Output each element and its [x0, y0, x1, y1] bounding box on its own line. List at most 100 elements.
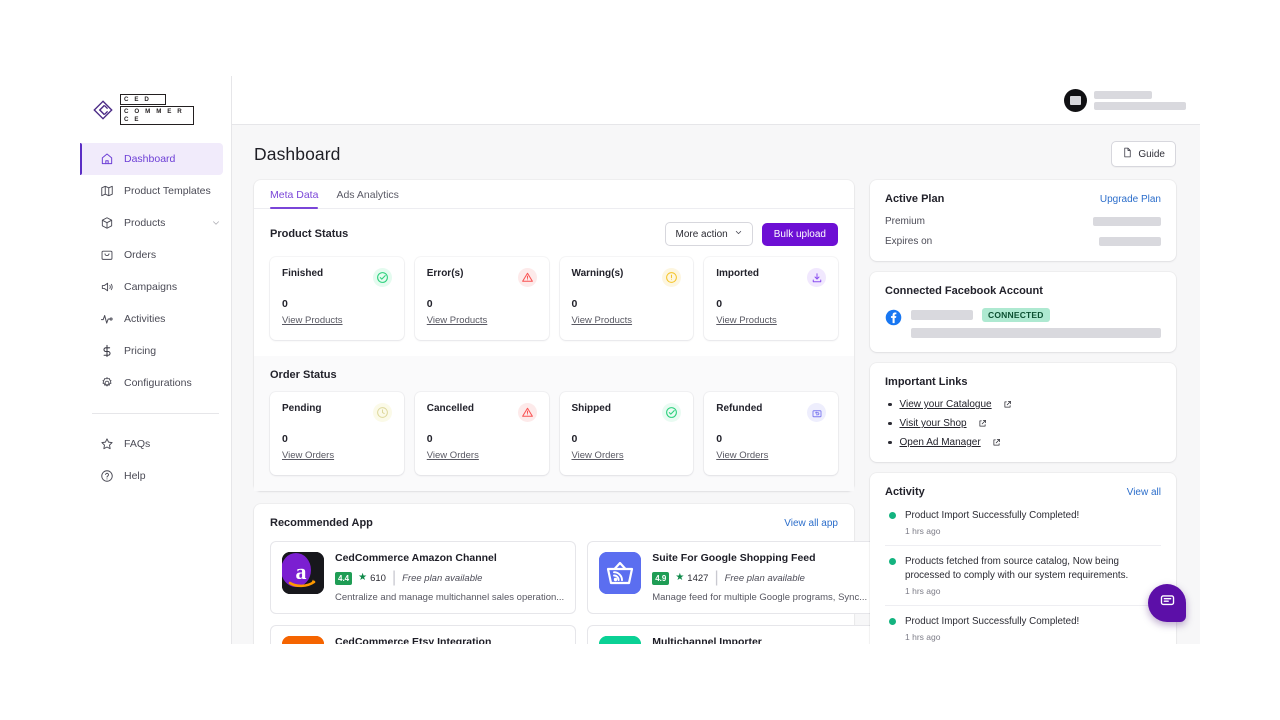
meta-data-panel: Meta Data Ads Analytics Product Status M…: [254, 180, 854, 491]
app-name: Suite For Google Shopping Feed: [652, 552, 816, 564]
sidebar-item-products[interactable]: Products: [80, 207, 231, 239]
activity-header: Activity View all: [885, 486, 1161, 498]
stat-link-view-products[interactable]: View Products: [282, 315, 343, 326]
active-plan-card: Active Plan Upgrade Plan Premium Expires…: [870, 180, 1176, 261]
app-description: Centralize and manage multichannel sales…: [335, 592, 565, 603]
app-card-google-shopping[interactable]: Suite For Google Shopping Feed 4.9 ★ 142…: [587, 541, 880, 614]
sidebar-item-help[interactable]: Help: [80, 460, 231, 492]
facebook-account-info: CONNECTED: [911, 308, 1161, 338]
app-description: Manage feed for multiple Google programs…: [652, 592, 868, 603]
product-status-grid: Finished 0 View Products Error(s) 0 View…: [270, 257, 838, 340]
stat-card-pending[interactable]: Pending 0 View Orders: [270, 392, 404, 475]
document-icon: [1122, 147, 1133, 161]
app-plan: Free plan available: [402, 572, 483, 584]
important-links-header: Important Links: [885, 376, 1161, 388]
sidebar-item-product-templates[interactable]: Product Templates: [80, 175, 231, 207]
redacted-name: [1094, 90, 1152, 99]
stat-value: 0: [426, 433, 433, 445]
user-menu[interactable]: [1064, 88, 1186, 112]
guide-button-label: Guide: [1138, 148, 1165, 160]
view-all-app-link[interactable]: View all app: [784, 518, 838, 529]
top-bar: [232, 76, 1200, 125]
dashboard-columns: Meta Data Ads Analytics Product Status M…: [232, 180, 1200, 644]
app-card-amazon[interactable]: a CedCommerce Amazon Channel 4.4 ★ 610 |…: [270, 541, 577, 614]
stat-card-refunded[interactable]: Refunded 0 View Orders: [704, 392, 838, 475]
app-card-multichannel-importer[interactable]: Multichannel Importer: [587, 625, 880, 644]
link-visit-shop[interactable]: Visit your Shop: [900, 418, 967, 429]
stat-link-view-products[interactable]: View Products: [427, 315, 488, 326]
tab-meta-data[interactable]: Meta Data: [270, 189, 319, 209]
stat-link-view-orders[interactable]: View Orders: [572, 450, 624, 461]
facebook-header: Connected Facebook Account: [885, 285, 1161, 297]
tab-ads-analytics[interactable]: Ads Analytics: [336, 189, 398, 208]
home-icon: [100, 152, 114, 166]
activity-body: Product Import Successfully Completed! 1…: [905, 509, 1079, 536]
stat-link-view-products[interactable]: View Products: [716, 315, 777, 326]
activity-text: Product Import Successfully Completed!: [905, 510, 1080, 521]
sidebar-item-orders[interactable]: Orders: [80, 239, 231, 271]
sidebar-item-faqs[interactable]: FAQs: [80, 428, 231, 460]
amazon-icon: a: [282, 552, 324, 594]
stat-card-warnings[interactable]: Warning(s) 0 View Products: [559, 257, 694, 340]
sidebar-item-campaigns[interactable]: Campaigns: [80, 271, 231, 303]
sidebar-item-activities[interactable]: Activities: [80, 303, 231, 335]
status-dot-icon: [889, 617, 896, 625]
dollar-icon: [100, 344, 114, 358]
activity-text: Products fetched from source catalog, No…: [905, 555, 1129, 581]
plan-row-premium: Premium: [885, 216, 1161, 227]
connected-facebook-card: Connected Facebook Account CONNECTED: [870, 272, 1176, 352]
list-item: View your Catalogue: [885, 399, 1161, 410]
link-open-ad-manager[interactable]: Open Ad Manager: [900, 437, 981, 448]
plan-key: Expires on: [885, 236, 933, 247]
left-column: Meta Data Ads Analytics Product Status M…: [254, 180, 880, 644]
activity-view-all-link[interactable]: View all: [1127, 487, 1161, 498]
stat-card-cancelled[interactable]: Cancelled 0 View Orders: [414, 392, 549, 475]
check-circle-icon: [372, 268, 392, 287]
stat-label: Cancelled: [426, 403, 474, 414]
sidebar-item-configurations[interactable]: Configurations: [80, 367, 231, 399]
chat-support-button[interactable]: [1148, 584, 1186, 622]
tab-label: Meta Data: [270, 189, 319, 201]
product-status-title: Product Status: [270, 228, 349, 240]
app-body: CedCommerce Etsy Integration: [335, 636, 564, 644]
app-name: CedCommerce Etsy Integration: [335, 636, 492, 644]
stat-card-imported[interactable]: Imported 0 View Products: [704, 257, 838, 340]
list-item: Open Ad Manager: [885, 437, 1161, 448]
stat-card-errors[interactable]: Error(s) 0 View Products: [414, 257, 549, 340]
more-action-dropdown[interactable]: More action: [665, 222, 753, 246]
sidebar-item-pricing[interactable]: Pricing: [80, 335, 231, 367]
activity-card: Activity View all Product Import Success…: [870, 473, 1176, 644]
bulk-upload-button[interactable]: Bulk upload: [761, 222, 838, 246]
sidebar-item-label: Product Templates: [124, 185, 211, 197]
stat-label: Error(s): [426, 268, 464, 279]
plan-row-expires: Expires on: [885, 236, 1161, 247]
chevron-down-icon[interactable]: [211, 218, 221, 228]
importer-icon: [599, 636, 642, 644]
status-badge: CONNECTED: [982, 308, 1050, 322]
check-circle-icon: [662, 403, 682, 422]
upgrade-plan-link[interactable]: Upgrade Plan: [1100, 194, 1161, 205]
app-name: CedCommerce Amazon Channel: [335, 552, 497, 564]
brand-logo[interactable]: C E D C O M M E R C E: [80, 88, 231, 143]
sidebar-item-dashboard[interactable]: Dashboard: [80, 143, 223, 175]
guide-button[interactable]: Guide: [1111, 141, 1176, 167]
stat-link-view-orders[interactable]: View Orders: [716, 450, 768, 461]
main-area: Dashboard Guide Meta Data Ads Analytics …: [232, 76, 1200, 644]
sidebar-item-label: Activities: [124, 313, 166, 325]
link-view-catalogue[interactable]: View your Catalogue: [900, 399, 992, 410]
sidebar-item-label: Dashboard: [124, 153, 176, 165]
stat-label: Finished: [282, 268, 324, 279]
recommended-app-grid: a CedCommerce Amazon Channel 4.4 ★ 610 |…: [270, 541, 880, 644]
sidebar-divider: [92, 413, 219, 414]
stat-link-view-products[interactable]: View Products: [572, 315, 633, 326]
sidebar-item-label: Help: [124, 470, 146, 482]
stat-link-view-orders[interactable]: View Orders: [427, 450, 479, 461]
stat-link-view-orders[interactable]: View Orders: [282, 450, 334, 461]
stat-card-shipped[interactable]: Shipped 0 View Orders: [559, 392, 694, 475]
stat-card-finished[interactable]: Finished 0 View Products: [270, 257, 404, 340]
app-card-etsy[interactable]: CedCommerce Etsy Integration: [270, 625, 577, 644]
facebook-name-row: CONNECTED: [911, 308, 1161, 322]
stat-value: 0: [571, 433, 578, 445]
review-count: 610: [370, 572, 386, 584]
sidebar-item-label: FAQs: [124, 438, 151, 450]
